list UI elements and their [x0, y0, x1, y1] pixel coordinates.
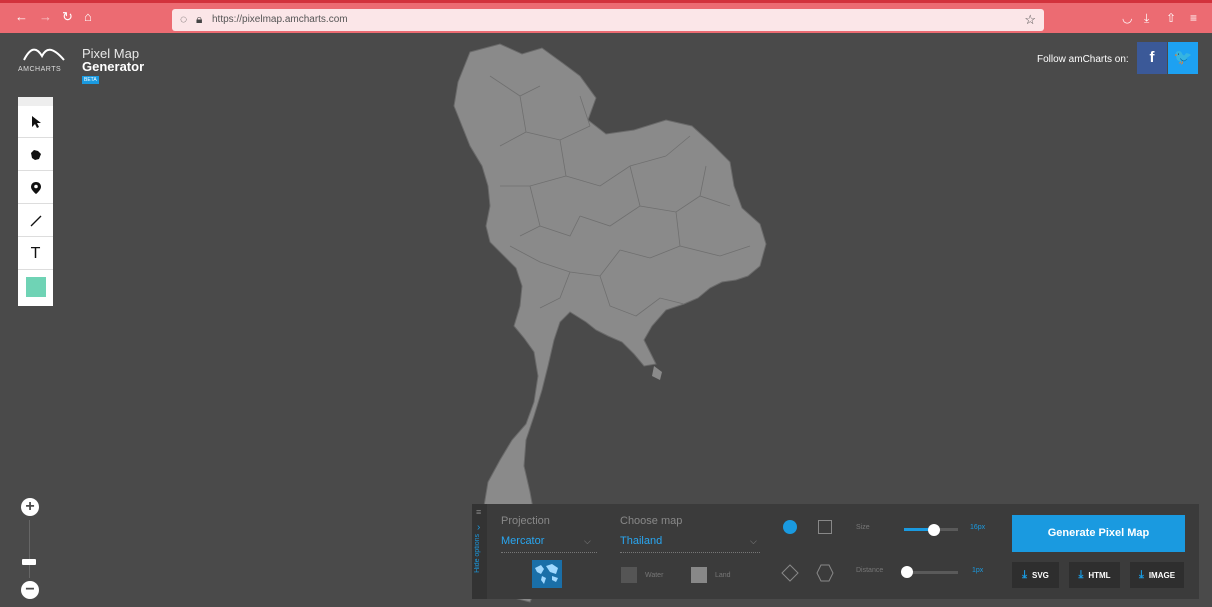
lock-icon[interactable]: 🔒︎: [196, 12, 202, 27]
reload-icon[interactable]: ↻: [62, 10, 73, 24]
url-text[interactable]: https://pixelmap.amcharts.com: [212, 14, 348, 25]
color-swatch-tool[interactable]: [18, 271, 53, 303]
color-swatch: [25, 277, 46, 297]
land-color-swatch[interactable]: [691, 567, 707, 583]
shield-icon[interactable]: ◌: [180, 12, 187, 26]
download-icon[interactable]: ⤓: [1144, 11, 1149, 26]
download-svg-button[interactable]: ⤓ SVG: [1012, 562, 1059, 588]
tool-palette: T: [18, 97, 53, 306]
distance-label: Distance: [856, 567, 884, 574]
svg-label: SVG: [1031, 571, 1049, 580]
marker-tool[interactable]: [18, 172, 53, 204]
generate-pixel-map-button[interactable]: Generate Pixel Map: [1012, 515, 1185, 552]
water-color-swatch[interactable]: [621, 567, 637, 583]
water-label: Water: [645, 572, 664, 579]
palette-drag-handle[interactable]: [18, 97, 53, 106]
download-icon: ⤓: [1078, 569, 1084, 581]
land-label: Land: [715, 572, 731, 579]
diamond-shape-option[interactable]: [781, 564, 799, 582]
projection-label: Projection: [501, 515, 550, 527]
zoom-slider-thumb[interactable]: [22, 559, 36, 565]
map-select-input[interactable]: Thailand: [620, 535, 662, 547]
app-title-line2: Generator: [82, 59, 145, 74]
download-image-button[interactable]: ⤓ IMAGE: [1130, 562, 1184, 588]
extensions-icon[interactable]: ⇧: [1166, 11, 1176, 25]
size-value: 16px: [970, 524, 986, 531]
star-icon[interactable]: ☆: [1024, 12, 1036, 28]
follow-text: Follow amCharts on:: [1037, 54, 1129, 65]
size-slider-thumb[interactable]: [927, 524, 940, 536]
zoom-out-button[interactable]: −: [21, 581, 39, 599]
amcharts-wave-icon: [23, 48, 65, 61]
region-tool[interactable]: [18, 139, 53, 171]
forward-icon[interactable]: →: [39, 10, 52, 24]
circle-shape-option[interactable]: [783, 520, 797, 534]
zoom-track[interactable]: [29, 520, 30, 578]
image-label: IMAGE: [1148, 571, 1176, 580]
size-label: Size: [856, 524, 870, 531]
hexagon-shape-option[interactable]: [816, 564, 834, 582]
square-shape-option[interactable]: [818, 520, 832, 534]
download-html-button[interactable]: ⤓ HTML: [1069, 562, 1120, 588]
distance-value: 1px: [972, 567, 984, 574]
projection-select[interactable]: Mercator: [501, 535, 544, 547]
twitter-button[interactable]: 🐦: [1168, 42, 1198, 74]
pointer-tool[interactable]: [18, 106, 53, 138]
line-tool[interactable]: [18, 205, 53, 237]
brand-name: AMCHARTS: [18, 66, 62, 73]
hide-options-label: Hide options: [474, 534, 481, 573]
download-icon: ⤓: [1022, 569, 1027, 581]
browser-toolbar: ← → ↻ ⌂ ◌ 🔒︎ https://pixelmap.amcharts.c…: [0, 0, 1212, 33]
html-label: HTML: [1088, 571, 1111, 580]
map-pin-icon: [30, 181, 41, 194]
gulf-islands: [652, 366, 662, 380]
choose-map-label: Choose map: [620, 515, 683, 527]
menu-grip-icon: ≡: [476, 507, 482, 517]
region-shape-icon: [30, 149, 41, 160]
menu-icon[interactable]: ≡: [1190, 11, 1197, 25]
line-icon: [30, 215, 41, 226]
download-icon: ⤓: [1138, 569, 1144, 581]
distance-slider-thumb[interactable]: [900, 566, 913, 578]
back-icon[interactable]: ←: [15, 10, 28, 24]
facebook-button[interactable]: f: [1137, 42, 1167, 74]
address-bar[interactable]: ◌ 🔒︎ https://pixelmap.amcharts.com ☆: [172, 9, 1044, 31]
world-map-icon[interactable]: [532, 560, 562, 588]
hide-options-tab[interactable]: ≡ › Hide options: [472, 504, 487, 599]
projection-underline: [501, 551, 597, 553]
text-tool[interactable]: T: [18, 238, 53, 270]
chevron-down-icon[interactable]: ⌵: [584, 536, 591, 547]
beta-badge: BETA: [82, 76, 99, 84]
chevron-right-icon: ›: [477, 522, 481, 533]
chevron-down-icon[interactable]: ⌵: [750, 536, 757, 547]
map-underline: [620, 551, 760, 553]
arrow-cursor-icon: [31, 115, 41, 128]
pocket-icon[interactable]: ◡: [1122, 11, 1132, 25]
home-icon[interactable]: ⌂: [84, 10, 92, 24]
zoom-in-button[interactable]: +: [21, 498, 39, 516]
options-panel: ≡ › Hide options Projection Mercator ⌵ C…: [472, 504, 1199, 599]
